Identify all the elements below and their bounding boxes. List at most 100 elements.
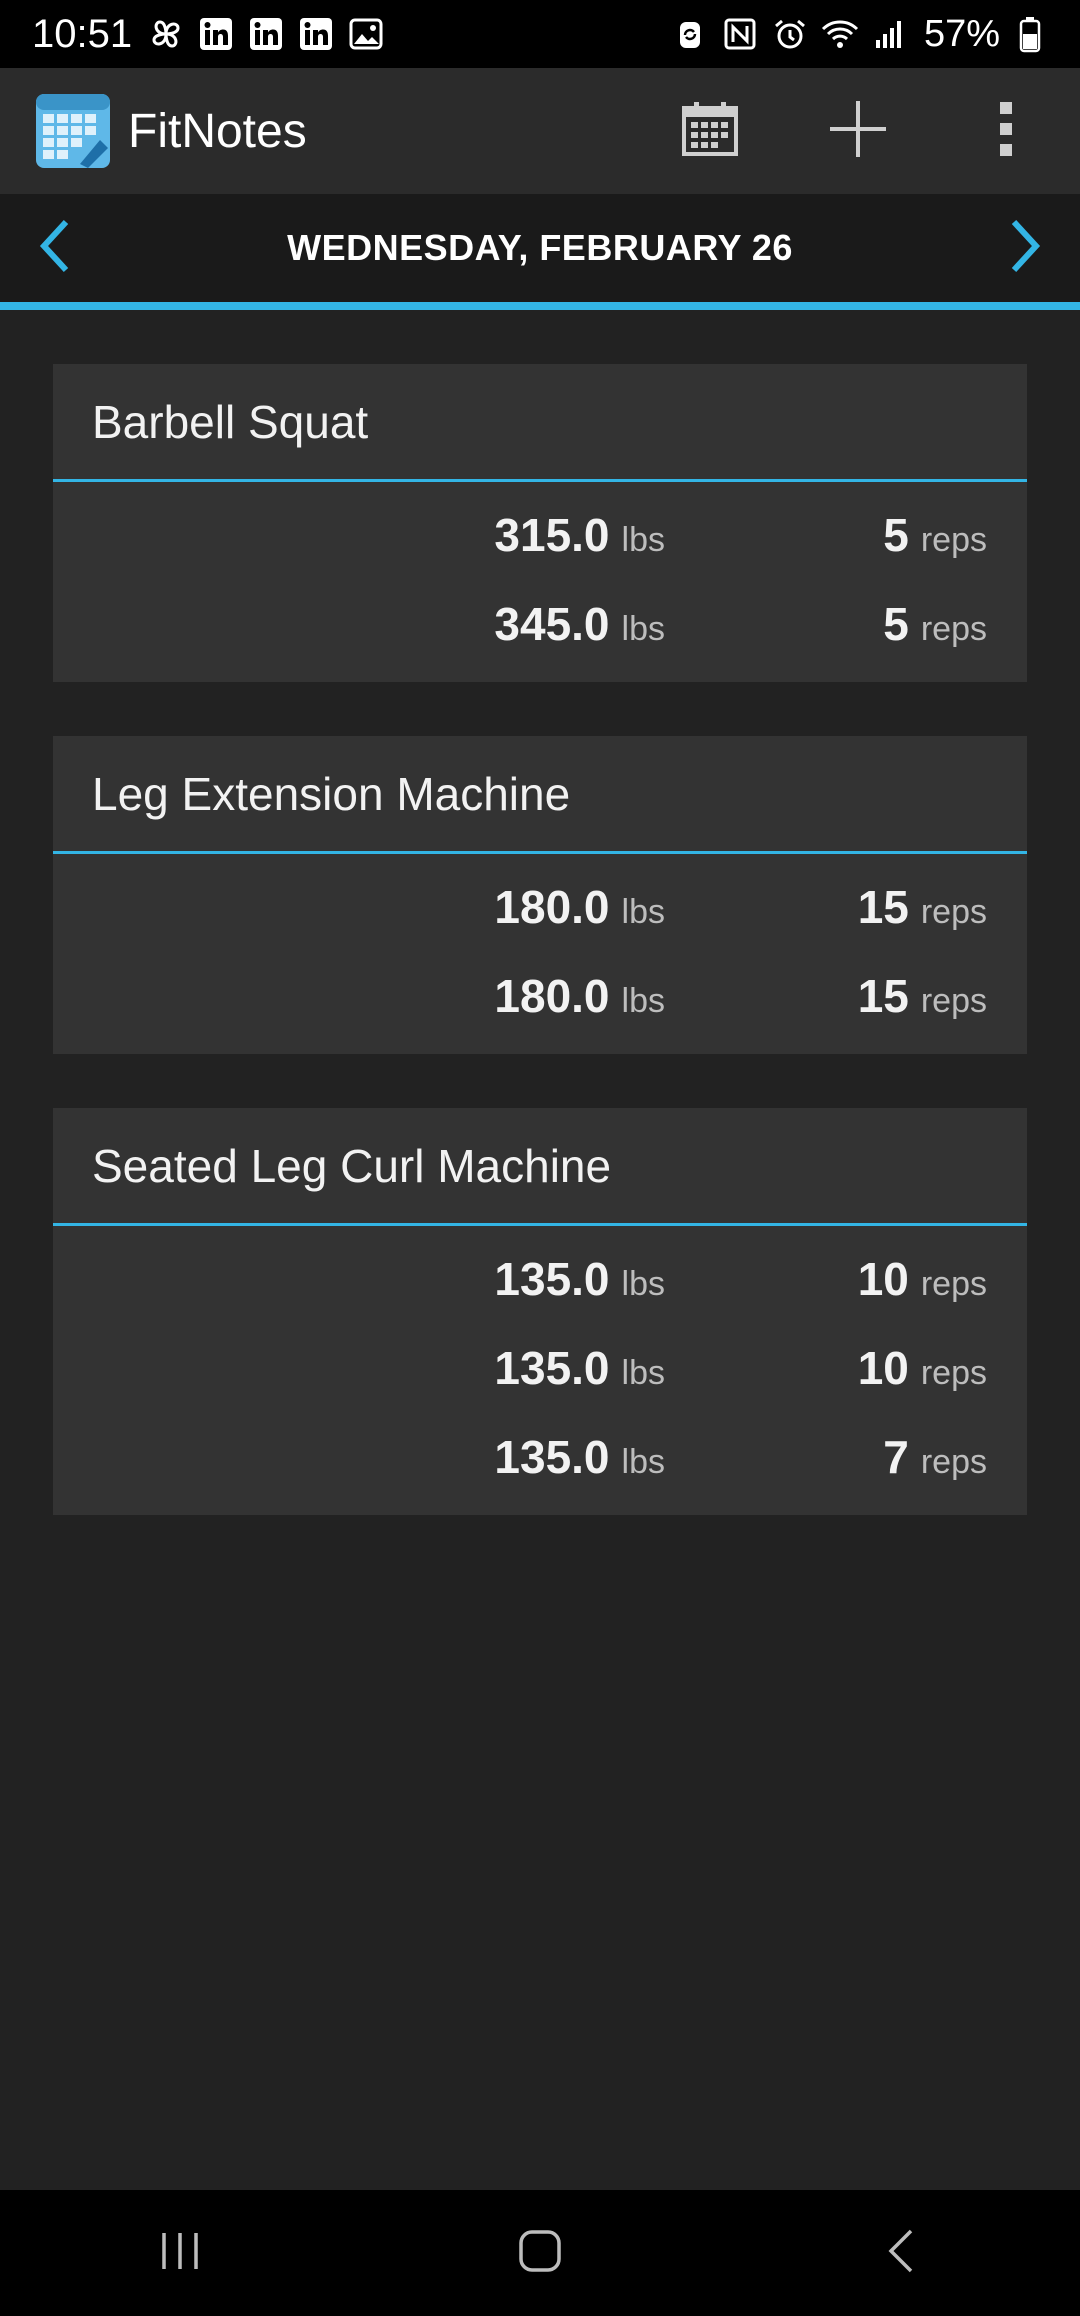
set-row[interactable]: 180.0 lbs 15 reps xyxy=(53,951,1027,1040)
reps-unit: reps xyxy=(920,609,987,648)
nfc-icon xyxy=(720,14,760,54)
reps-unit: reps xyxy=(920,981,987,1020)
overflow-menu-icon xyxy=(998,100,1014,163)
weight-value: 180.0 xyxy=(494,969,610,1022)
date-navigation: WEDNESDAY, FEBRUARY 26 xyxy=(0,194,1080,302)
reps-value: 7 xyxy=(883,1430,909,1483)
set-reps: 15 reps xyxy=(665,969,1027,1023)
set-reps: 7 reps xyxy=(665,1430,1027,1484)
add-button[interactable] xyxy=(784,68,932,194)
set-weight: 135.0 lbs xyxy=(53,1252,665,1306)
home-button[interactable] xyxy=(440,2190,640,2316)
set-row[interactable]: 135.0 lbs 10 reps xyxy=(53,1234,1027,1323)
weight-unit: lbs xyxy=(621,981,665,1020)
set-weight: 345.0 lbs xyxy=(53,597,665,651)
pinwheel-icon xyxy=(146,14,186,54)
set-row[interactable]: 180.0 lbs 15 reps xyxy=(53,862,1027,951)
set-list: 135.0 lbs 10 reps 135.0 lbs 10 reps 135.0 lbs… xyxy=(53,1226,1027,1515)
battery-icon xyxy=(1010,14,1050,54)
linkedin-icon xyxy=(296,14,336,54)
weight-value: 135.0 xyxy=(494,1430,610,1483)
recent-apps-button[interactable] xyxy=(80,2190,280,2316)
weight-unit: lbs xyxy=(621,1353,665,1392)
exercise-card[interactable]: Seated Leg Curl Machine 135.0 lbs 10 reps … xyxy=(53,1108,1027,1515)
linkedin-icon xyxy=(246,14,286,54)
weight-value: 345.0 xyxy=(494,597,610,650)
calendar-icon xyxy=(681,100,739,163)
set-weight: 180.0 lbs xyxy=(53,969,665,1023)
home-icon xyxy=(518,2229,562,2278)
date-bar-divider xyxy=(0,302,1080,310)
app-bar-actions xyxy=(636,68,1080,194)
exercise-name: Barbell Squat xyxy=(92,395,369,448)
app-bar: FitNotes xyxy=(0,68,1080,194)
battery-percent: 57% xyxy=(923,12,1000,55)
reps-value: 10 xyxy=(857,1252,909,1305)
next-day-button[interactable] xyxy=(970,194,1080,302)
reps-value: 15 xyxy=(857,969,909,1022)
exercise-header: Barbell Squat xyxy=(53,364,1027,482)
notification-icons xyxy=(146,14,386,54)
exercise-header: Leg Extension Machine xyxy=(53,736,1027,854)
reps-value: 15 xyxy=(857,880,909,933)
exercise-name: Seated Leg Curl Machine xyxy=(92,1139,612,1192)
add-icon xyxy=(826,97,890,166)
set-row[interactable]: 135.0 lbs 7 reps xyxy=(53,1412,1027,1501)
weight-unit: lbs xyxy=(621,1264,665,1303)
alarm-icon xyxy=(770,14,810,54)
chevron-left-icon xyxy=(38,218,72,279)
linkedin-icon xyxy=(196,14,236,54)
weight-value: 180.0 xyxy=(494,880,610,933)
reps-unit: reps xyxy=(920,520,987,559)
weight-unit: lbs xyxy=(621,609,665,648)
reps-value: 10 xyxy=(857,1341,909,1394)
overflow-menu-button[interactable] xyxy=(932,68,1080,194)
recent-apps-icon xyxy=(158,2231,202,2276)
set-list: 180.0 lbs 15 reps 180.0 lbs 15 reps xyxy=(53,854,1027,1054)
set-row[interactable]: 315.0 lbs 5 reps xyxy=(53,490,1027,579)
set-reps: 5 reps xyxy=(665,597,1027,651)
reps-unit: reps xyxy=(920,1442,987,1481)
set-reps: 10 reps xyxy=(665,1252,1027,1306)
reps-value: 5 xyxy=(883,508,909,561)
set-weight: 315.0 lbs xyxy=(53,508,665,562)
exercise-card[interactable]: Leg Extension Machine 180.0 lbs 15 reps 18… xyxy=(53,736,1027,1054)
app-title: FitNotes xyxy=(128,104,307,158)
fitnotes-logo-icon xyxy=(34,92,112,170)
weight-unit: lbs xyxy=(621,520,665,559)
signal-icon xyxy=(870,14,910,54)
reps-unit: reps xyxy=(920,1264,987,1303)
system-icons: 57% xyxy=(670,13,1050,56)
screen: 10:51 57% FitNotes WEDNESDAY, FEBRUARY 2… xyxy=(0,0,1080,2316)
system-nav-bar xyxy=(0,2190,1080,2316)
reps-unit: reps xyxy=(920,892,987,931)
set-list: 315.0 lbs 5 reps 345.0 lbs 5 reps xyxy=(53,482,1027,682)
set-weight: 180.0 lbs xyxy=(53,880,665,934)
set-row[interactable]: 345.0 lbs 5 reps xyxy=(53,579,1027,668)
calendar-button[interactable] xyxy=(636,68,784,194)
reps-value: 5 xyxy=(883,597,909,650)
set-reps: 10 reps xyxy=(665,1341,1027,1395)
back-icon xyxy=(885,2228,915,2279)
set-reps: 5 reps xyxy=(665,508,1027,562)
exercise-name: Leg Extension Machine xyxy=(92,767,571,820)
weight-unit: lbs xyxy=(621,892,665,931)
current-date[interactable]: WEDNESDAY, FEBRUARY 26 xyxy=(287,227,793,269)
chevron-right-icon xyxy=(1008,218,1042,279)
exercise-card[interactable]: Barbell Squat 315.0 lbs 5 reps 345.0 lbs 5r… xyxy=(53,364,1027,682)
image-icon xyxy=(346,14,386,54)
workout-list: Barbell Squat 315.0 lbs 5 reps 345.0 lbs 5r… xyxy=(53,364,1027,1569)
weight-value: 315.0 xyxy=(494,508,610,561)
previous-day-button[interactable] xyxy=(0,194,110,302)
weight-unit: lbs xyxy=(621,1442,665,1481)
set-reps: 15 reps xyxy=(665,880,1027,934)
set-weight: 135.0 lbs xyxy=(53,1430,665,1484)
weight-value: 135.0 xyxy=(494,1252,610,1305)
sync-icon xyxy=(670,14,710,54)
back-button[interactable] xyxy=(800,2190,1000,2316)
set-row[interactable]: 135.0 lbs 10 reps xyxy=(53,1323,1027,1412)
status-bar: 10:51 57% xyxy=(0,0,1080,68)
wifi-icon xyxy=(820,14,860,54)
weight-value: 135.0 xyxy=(494,1341,610,1394)
exercise-header: Seated Leg Curl Machine xyxy=(53,1108,1027,1226)
